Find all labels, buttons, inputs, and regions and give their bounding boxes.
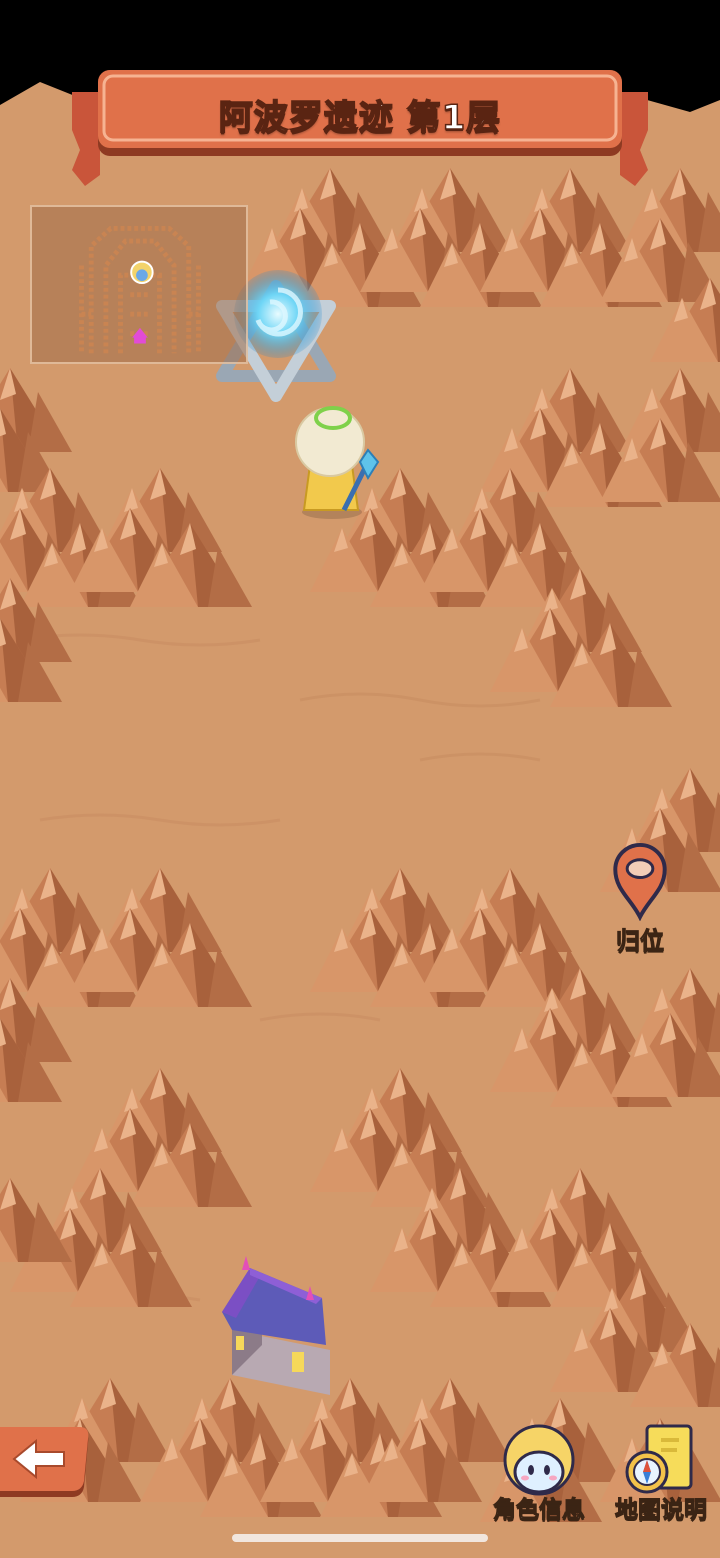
recenter-button[interactable]: 归位 [604,838,676,956]
character-info-button[interactable]: 角色信息 [484,1420,594,1530]
location-pin-icon [613,843,667,921]
map-guide-label: 地图说明 [615,1497,708,1524]
back-arrow-icon [0,1427,89,1497]
home-indicator[interactable] [232,1534,488,1542]
character-info-label: 角色信息 [493,1497,586,1524]
minimap-house-icon [132,327,148,344]
character-portrait-icon [503,1424,575,1496]
recenter-label: 归位 [616,927,665,956]
map-guide-button[interactable]: 地图说明 [606,1420,716,1530]
map-scroll-compass-icon [625,1424,693,1494]
minimap[interactable] [30,205,248,364]
back-button[interactable] [0,1425,92,1501]
